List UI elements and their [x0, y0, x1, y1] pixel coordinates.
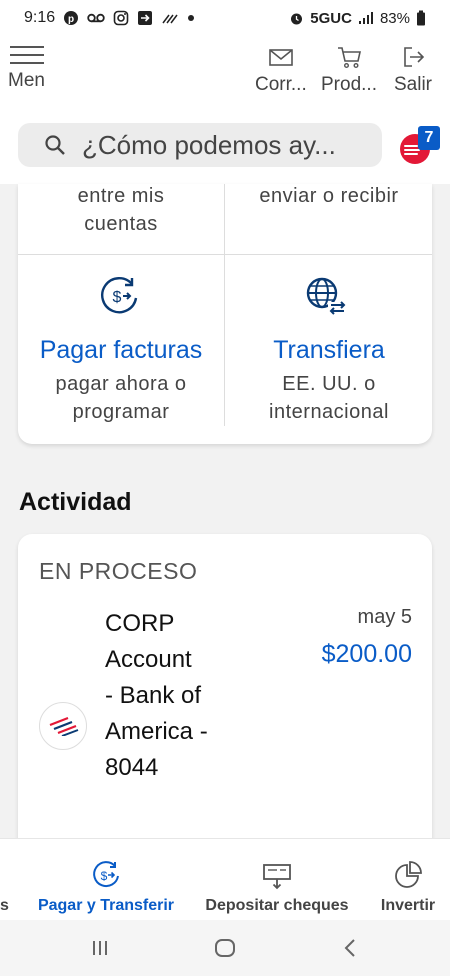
description-line: 8044: [105, 754, 159, 781]
menu-label: Men: [8, 70, 45, 91]
status-right: 5GUC 83%: [289, 10, 426, 27]
voicemail-icon: [87, 12, 105, 24]
app-header: Men Corr... Prod... Salir: [0, 36, 450, 120]
nav-deposit-checks[interactable]: Depositar cheques: [200, 839, 354, 921]
subtitle-line: enviar o recibir: [259, 185, 399, 207]
transaction-date: may 5: [357, 606, 412, 628]
dot-icon: [187, 14, 195, 22]
activity-card: EN PROCESO CORP Account - Bank of Americ…: [18, 534, 432, 854]
signal-icon: [358, 11, 374, 25]
subtitle-line: programar: [72, 401, 170, 423]
pending-label: EN PROCESO: [39, 558, 198, 584]
nav-invest[interactable]: Invertir: [374, 839, 442, 921]
activity-heading: Actividad: [19, 488, 132, 516]
subtitle-line: EE. UU. o: [282, 373, 376, 395]
status-time: 9:16: [24, 9, 56, 26]
svg-text:$: $: [113, 289, 122, 306]
logout-icon: [404, 47, 425, 67]
action-card: entre mis cuentas enviar o recibir $ Pag…: [18, 184, 432, 444]
transfer-between-accounts-subtitle[interactable]: entre mis cuentas: [18, 184, 224, 238]
nav-pay-transfer[interactable]: $ Pagar y Transferir: [34, 839, 178, 921]
transaction-amount: $200.00: [321, 640, 412, 668]
products-label: Prod...: [321, 74, 377, 95]
nav-label: Pagar y Transferir: [37, 897, 175, 914]
search-placeholder: ¿Cómo podemos ay...: [82, 129, 336, 160]
check-deposit-icon: [263, 864, 291, 890]
back-icon[interactable]: [338, 936, 362, 960]
logout-button[interactable]: Salir: [394, 44, 432, 96]
battery-icon: [416, 10, 426, 26]
nav-label: Depositar cheques: [205, 897, 349, 914]
mail-label: Corr...: [255, 74, 307, 95]
svg-text:$: $: [101, 869, 108, 883]
description-line: CORP: [105, 610, 175, 637]
description-line: America -: [105, 718, 208, 745]
nav-label: Invertir: [380, 897, 436, 914]
network-type: 5GUC: [310, 9, 352, 27]
bottom-nav: s $ Pagar y Transferir Depositar cheques…: [0, 838, 450, 920]
hamburger-icon: [10, 46, 44, 64]
products-button[interactable]: Prod...: [321, 44, 377, 96]
cart-icon: [337, 47, 361, 69]
alarm-icon: [289, 11, 304, 26]
battery-level: 83%: [379, 9, 410, 27]
pay-bills-title: Pagar facturas: [39, 336, 203, 364]
description-line: Account: [105, 646, 192, 673]
transaction-description: CORP Account - Bank of America - 8044: [105, 606, 255, 786]
subtitle-line: entre mis: [77, 185, 165, 207]
assistant-button[interactable]: 7: [400, 126, 442, 166]
search-input[interactable]: ¿Cómo podemos ay...: [18, 123, 382, 167]
dollar-transfer-icon: $: [101, 277, 138, 314]
transfer-title: Transfiera: [273, 336, 385, 364]
subtitle-line: internacional: [269, 401, 389, 423]
status-left: 9:16 p: [24, 9, 195, 27]
globe-transfer-icon: [306, 277, 346, 315]
search-icon: [45, 135, 65, 155]
menu-button[interactable]: Men: [8, 40, 60, 96]
bank-logo-icon: [39, 702, 87, 750]
vertical-divider: [224, 184, 225, 426]
pinterest-icon: p: [63, 10, 79, 26]
dollar-transfer-icon: $: [93, 861, 119, 888]
pie-chart-icon: [395, 861, 422, 888]
wifi-calling-icon: [161, 11, 179, 25]
system-nav-bar: [0, 920, 450, 976]
subtitle-line: cuentas: [84, 213, 158, 235]
nav-item-partial[interactable]: s: [0, 897, 9, 915]
mail-button[interactable]: Corr...: [255, 44, 307, 96]
horizontal-divider: [18, 254, 432, 255]
description-line: - Bank of: [105, 682, 202, 709]
svg-text:p: p: [68, 14, 74, 25]
instagram-icon: [113, 10, 129, 26]
search-row: ¿Cómo podemos ay... 7: [0, 120, 450, 184]
logout-label: Salir: [394, 74, 433, 95]
subtitle-line: pagar ahora o: [55, 373, 187, 395]
exit-app-icon: [137, 10, 153, 26]
mail-icon: [269, 49, 293, 66]
assistant-badge: 7: [418, 126, 440, 150]
status-bar: 9:16 p 5GUC 83%: [0, 0, 450, 36]
recent-apps-icon[interactable]: [88, 936, 112, 960]
transfer-subtitle: EE. UU. o internacional: [226, 370, 432, 426]
home-icon[interactable]: [213, 936, 237, 960]
send-receive-subtitle[interactable]: enviar o recibir: [226, 184, 432, 210]
pay-bills-subtitle: pagar ahora o programar: [18, 370, 224, 426]
